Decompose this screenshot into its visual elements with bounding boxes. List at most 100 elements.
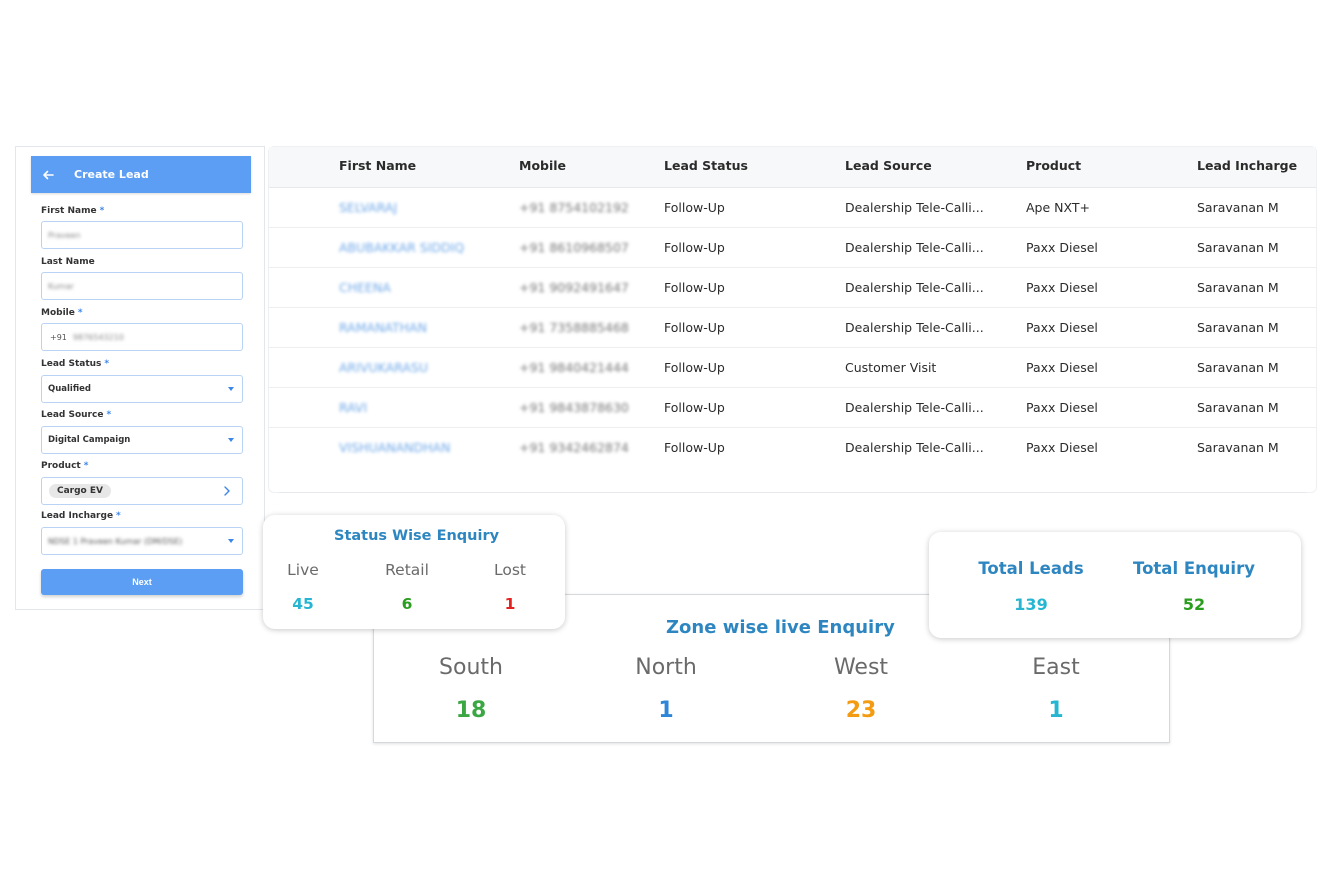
next-button[interactable]: Next [41,569,243,595]
back-arrow-icon[interactable] [42,168,56,182]
cell-mobile: +91 9092491647 [519,280,629,295]
lead-status-label: Lead Status * [41,359,110,369]
cell-lead-status: Follow-Up [664,400,725,415]
cell-first-name[interactable]: RAVI [339,400,367,415]
cell-mobile: +91 9342462874 [519,440,629,455]
lead-incharge-label: Lead Incharge * [41,511,121,521]
last-name-input[interactable]: Kumar [41,272,243,300]
zone-card-title: Zone wise live Enquiry [666,617,895,638]
cell-product: Ape NXT+ [1026,200,1090,215]
cell-mobile: +91 9843878630 [519,400,629,415]
zone-value-west: 23 [845,698,877,723]
zone-label-north: North [635,655,697,680]
status-card-title: Status Wise Enquiry [334,528,500,544]
mobile-label: Mobile * [41,308,83,318]
leads-table: First Name Mobile Lead Status Lead Sourc… [268,146,1317,493]
cell-first-name[interactable]: CHEENA [339,280,391,295]
table-row[interactable]: SELVARAJ +91 8754102192 Follow-Up Dealer… [269,187,1316,228]
cell-first-name[interactable]: RAMANATHAN [339,320,427,335]
create-lead-panel: Create Lead First Name * Praveen Last Nam… [15,146,265,610]
cell-lead-source: Dealership Tele-Calli... [845,240,984,255]
status-value-retail: 6 [401,595,413,613]
column-header-lead-status[interactable]: Lead Status [664,158,748,173]
cell-lead-incharge: Saravanan M [1197,280,1279,295]
cell-lead-source: Dealership Tele-Calli... [845,400,984,415]
column-header-mobile[interactable]: Mobile [519,158,566,173]
cell-first-name[interactable]: ABUBAKKAR SIDDIQ [339,240,464,255]
zone-label-east: East [1032,655,1080,680]
zone-label-west: West [833,655,889,680]
lead-status-select[interactable]: Qualified [41,375,243,403]
zone-value-east: 1 [1048,698,1064,723]
zone-value-south: 18 [455,698,487,723]
table-row[interactable]: VISHUANANDHAN +91 9342462874 Follow-Up D… [269,427,1316,467]
column-header-first-name[interactable]: First Name [339,158,416,173]
cell-first-name[interactable]: VISHUANANDHAN [339,440,450,455]
cell-lead-status: Follow-Up [664,280,725,295]
form-title: Create Lead [74,168,149,181]
column-header-lead-incharge[interactable]: Lead Incharge [1197,158,1297,173]
column-header-lead-source[interactable]: Lead Source [845,158,932,173]
cell-lead-source: Customer Visit [845,360,937,375]
total-leads-value: 139 [1014,595,1048,614]
status-wise-enquiry-card: Status Wise Enquiry Live Retail Lost 45 … [263,515,565,629]
total-leads-label: Total Leads [978,559,1084,578]
cell-lead-incharge: Saravanan M [1197,360,1279,375]
dropdown-caret-icon [228,438,234,442]
table-header: First Name Mobile Lead Status Lead Sourc… [269,147,1316,188]
dropdown-caret-icon [228,539,234,543]
cell-mobile: +91 8610968507 [519,240,629,255]
cell-lead-incharge: Saravanan M [1197,440,1279,455]
dropdown-caret-icon [228,387,234,391]
totals-card: Total Leads Total Enquiry 139 52 [929,532,1301,638]
cell-product: Paxx Diesel [1026,280,1098,295]
column-header-product[interactable]: Product [1026,158,1081,173]
cell-lead-source: Dealership Tele-Calli... [845,320,984,335]
status-label-live: Live [287,561,319,579]
cell-first-name[interactable]: ARIVUKARASU [339,360,428,375]
product-chip[interactable]: Cargo EV [49,484,111,498]
first-name-input[interactable]: Praveen [41,221,243,249]
zone-label-south: South [439,655,503,680]
cell-lead-incharge: Saravanan M [1197,200,1279,215]
cell-product: Paxx Diesel [1026,440,1098,455]
cell-first-name[interactable]: SELVARAJ [339,200,397,215]
cell-lead-source: Dealership Tele-Calli... [845,200,984,215]
cell-lead-incharge: Saravanan M [1197,320,1279,335]
status-label-lost: Lost [494,561,526,579]
lead-source-select[interactable]: Digital Campaign [41,426,243,454]
zone-value-north: 1 [658,698,674,723]
status-value-live: 45 [292,595,314,613]
table-row[interactable]: CHEENA +91 9092491647 Follow-Up Dealersh… [269,267,1316,308]
status-label-retail: Retail [385,561,429,579]
cell-product: Paxx Diesel [1026,400,1098,415]
lead-incharge-select[interactable]: NDSE 1 Praveen Kumar (DM/DSE) [41,527,243,555]
chevron-right-icon[interactable] [222,485,234,497]
create-lead-header: Create Lead [31,156,251,193]
cell-mobile: +91 8754102192 [519,200,629,215]
cell-lead-source: Dealership Tele-Calli... [845,440,984,455]
total-enquiry-label: Total Enquiry [1133,559,1255,578]
table-row[interactable]: RAVI +91 9843878630 Follow-Up Dealership… [269,387,1316,428]
cell-mobile: +91 7358885468 [519,320,629,335]
product-label: Product * [41,461,89,471]
table-row[interactable]: RAMANATHAN +91 7358885468 Follow-Up Deal… [269,307,1316,348]
product-select[interactable]: Cargo EV [41,477,243,505]
lead-source-label: Lead Source * [41,410,112,420]
table-divider [279,492,1306,493]
cell-product: Paxx Diesel [1026,320,1098,335]
cell-lead-status: Follow-Up [664,320,725,335]
cell-lead-status: Follow-Up [664,440,725,455]
table-row[interactable]: ARIVUKARASU +91 9840421444 Follow-Up Cus… [269,347,1316,388]
cell-lead-status: Follow-Up [664,240,725,255]
cell-mobile: +91 9840421444 [519,360,629,375]
mobile-prefix: +91 [50,332,67,342]
cell-product: Paxx Diesel [1026,240,1098,255]
mobile-input[interactable]: +91 9876543210 [41,323,243,351]
cell-lead-status: Follow-Up [664,200,725,215]
total-enquiry-value: 52 [1182,595,1206,614]
last-name-label: Last Name [41,257,95,267]
status-value-lost: 1 [504,595,516,613]
cell-lead-incharge: Saravanan M [1197,400,1279,415]
table-row[interactable]: ABUBAKKAR SIDDIQ +91 8610968507 Follow-U… [269,227,1316,268]
